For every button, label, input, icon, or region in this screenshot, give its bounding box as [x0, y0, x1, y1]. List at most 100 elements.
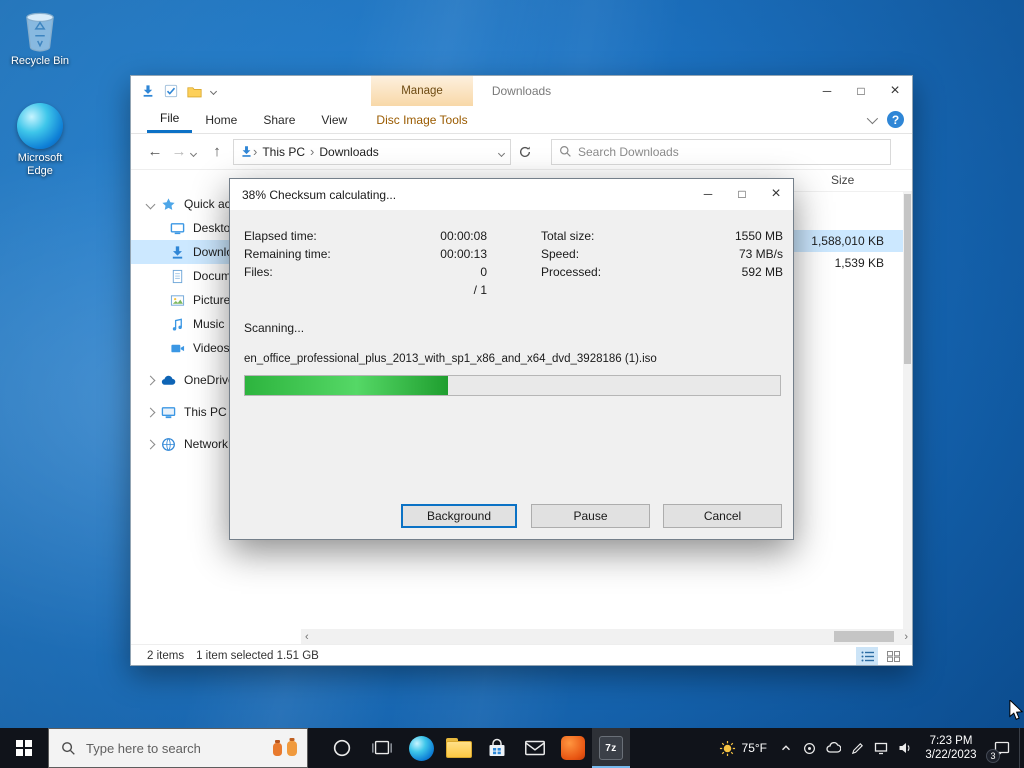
chevron-right-icon[interactable]: [145, 375, 156, 385]
music-icon: [172, 318, 182, 330]
taskbar-search-box[interactable]: [48, 728, 308, 768]
chevron-up-icon: [782, 745, 790, 751]
horizontal-scrollbar-thumb[interactable]: [834, 631, 894, 642]
ribbon-tab-row: File Home Share View Disc Image Tools ?: [131, 106, 912, 134]
tray-overflow-button[interactable]: [775, 728, 797, 768]
taskbar-orange-app-button[interactable]: [554, 728, 592, 768]
elapsed-time-value: 00:00:08: [440, 229, 487, 243]
tray-network-button[interactable]: [869, 728, 893, 768]
maximize-button[interactable]: □: [844, 76, 878, 106]
taskbar-clock[interactable]: 7:23 PM 3/22/2023: [917, 734, 985, 762]
scroll-right-arrow[interactable]: ›: [904, 631, 908, 643]
breadcrumb-this-pc[interactable]: This PC: [257, 145, 310, 159]
close-button[interactable]: ×: [878, 76, 912, 106]
target-icon: [803, 742, 815, 754]
up-button[interactable]: ↑: [205, 143, 229, 160]
tray-pen-button[interactable]: [845, 728, 869, 768]
status-bar: 2 items 1 item selected 1.51 GB: [131, 644, 912, 667]
breadcrumb[interactable]: › This PC › Downloads: [233, 138, 511, 165]
tab-file[interactable]: File: [147, 106, 193, 133]
progress-fill: [245, 376, 449, 395]
taskbar-seven-zip-button[interactable]: 7z: [592, 728, 630, 768]
history-dropdown-icon[interactable]: [189, 145, 205, 159]
vertical-scrollbar-thumb[interactable]: [904, 194, 911, 364]
tab-share[interactable]: Share: [250, 106, 308, 133]
checksum-dialog: 38% Checksum calculating... ─ □ × Elapse…: [229, 178, 794, 540]
files-value: 0: [480, 265, 487, 279]
sun-icon: [719, 740, 735, 756]
file-explorer-icon: [446, 738, 472, 758]
dialog-titlebar: 38% Checksum calculating... ─ □ ×: [230, 179, 793, 210]
task-view-button[interactable]: [362, 728, 402, 768]
dialog-maximize-button[interactable]: □: [725, 179, 759, 209]
chevron-right-icon[interactable]: [145, 439, 156, 449]
taskbar-store-button[interactable]: [478, 728, 516, 768]
column-header-size[interactable]: Size: [831, 173, 854, 187]
taskbar-edge-button[interactable]: [402, 728, 440, 768]
edge-icon: [408, 735, 434, 761]
properties-check-icon[interactable]: [164, 84, 178, 98]
background-button[interactable]: Background: [401, 504, 517, 528]
forward-button[interactable]: →: [167, 143, 191, 160]
show-desktop-button[interactable]: [1019, 728, 1024, 768]
chevron-right-icon[interactable]: [145, 407, 156, 417]
minimize-button[interactable]: ─: [810, 76, 844, 106]
tab-home[interactable]: Home: [192, 106, 250, 133]
files-total-value: / 1: [473, 283, 487, 297]
system-tray: 75°F 7:23 PM 3/22/2023 3: [711, 728, 1024, 768]
remaining-time-value: 00:00:13: [440, 247, 487, 261]
microsoft-store-icon: [489, 738, 505, 756]
desktop-icon-microsoft-edge[interactable]: Microsoft Edge: [1, 103, 79, 178]
taskbar-search-input[interactable]: [86, 740, 271, 756]
refresh-icon: [519, 146, 531, 157]
tab-view[interactable]: View: [308, 106, 360, 133]
tray-onedrive-button[interactable]: [821, 728, 845, 768]
details-view-button[interactable]: [856, 647, 878, 665]
sidebar-item-label: OneDrive: [184, 373, 235, 387]
tray-location-button[interactable]: [797, 728, 821, 768]
dialog-minimize-button[interactable]: ─: [691, 179, 725, 209]
explorer-search-box[interactable]: [551, 138, 891, 165]
desktop: Recycle Bin Microsoft Edge Manage Downlo…: [0, 0, 1024, 728]
new-folder-icon[interactable]: [187, 85, 202, 98]
address-bar: ← → ↑ › This PC › Downloads: [131, 134, 912, 170]
sidebar-item-label: This PC: [184, 405, 227, 419]
cancel-button[interactable]: Cancel: [663, 504, 782, 528]
speaker-icon: [899, 743, 910, 753]
tab-disc-image-tools[interactable]: Disc Image Tools: [371, 106, 473, 133]
dialog-close-button[interactable]: ×: [759, 179, 793, 209]
desktop-icon-recycle-bin[interactable]: Recycle Bin: [1, 10, 79, 68]
files-label: Files:: [244, 265, 273, 279]
ribbon-collapse-icon[interactable]: [866, 112, 879, 124]
pause-button[interactable]: Pause: [531, 504, 650, 528]
tray-volume-button[interactable]: [893, 728, 917, 768]
weather-temp: 75°F: [741, 741, 767, 755]
action-center-button[interactable]: 3: [985, 728, 1019, 768]
horizontal-scrollbar[interactable]: ‹ ›: [301, 629, 912, 644]
selection-info: 1 item selected 1.51 GB: [196, 650, 319, 662]
refresh-button[interactable]: [511, 145, 539, 159]
taskbar-file-explorer-button[interactable]: [440, 728, 478, 768]
scanning-status: Scanning...: [244, 321, 305, 335]
back-button[interactable]: ←: [143, 143, 167, 160]
downloads-icon: [172, 245, 183, 259]
large-icons-view-button[interactable]: [882, 647, 904, 665]
taskbar-mail-button[interactable]: [516, 728, 554, 768]
vertical-scrollbar[interactable]: [903, 192, 912, 629]
help-icon[interactable]: ?: [887, 111, 904, 128]
qat-dropdown-icon[interactable]: [209, 87, 218, 95]
scroll-left-arrow[interactable]: ‹: [305, 631, 309, 643]
weather-widget[interactable]: 75°F: [711, 740, 775, 757]
contextual-tab-group-manage[interactable]: Manage: [371, 76, 473, 106]
breadcrumb-downloads[interactable]: Downloads: [314, 145, 383, 159]
processed-value: 592 MB: [741, 265, 783, 279]
clock-time: 7:23 PM: [929, 735, 973, 747]
search-highlights-lanterns-icon: [273, 738, 297, 756]
cortana-button[interactable]: [322, 728, 362, 768]
horizontal-scrollbar-row: ‹ ›: [131, 629, 912, 644]
explorer-search-input[interactable]: [578, 144, 883, 159]
start-button[interactable]: [0, 728, 48, 768]
chevron-down-icon[interactable]: [145, 199, 156, 209]
clock-date: 3/22/2023: [925, 749, 977, 761]
address-dropdown-icon[interactable]: [497, 145, 506, 159]
